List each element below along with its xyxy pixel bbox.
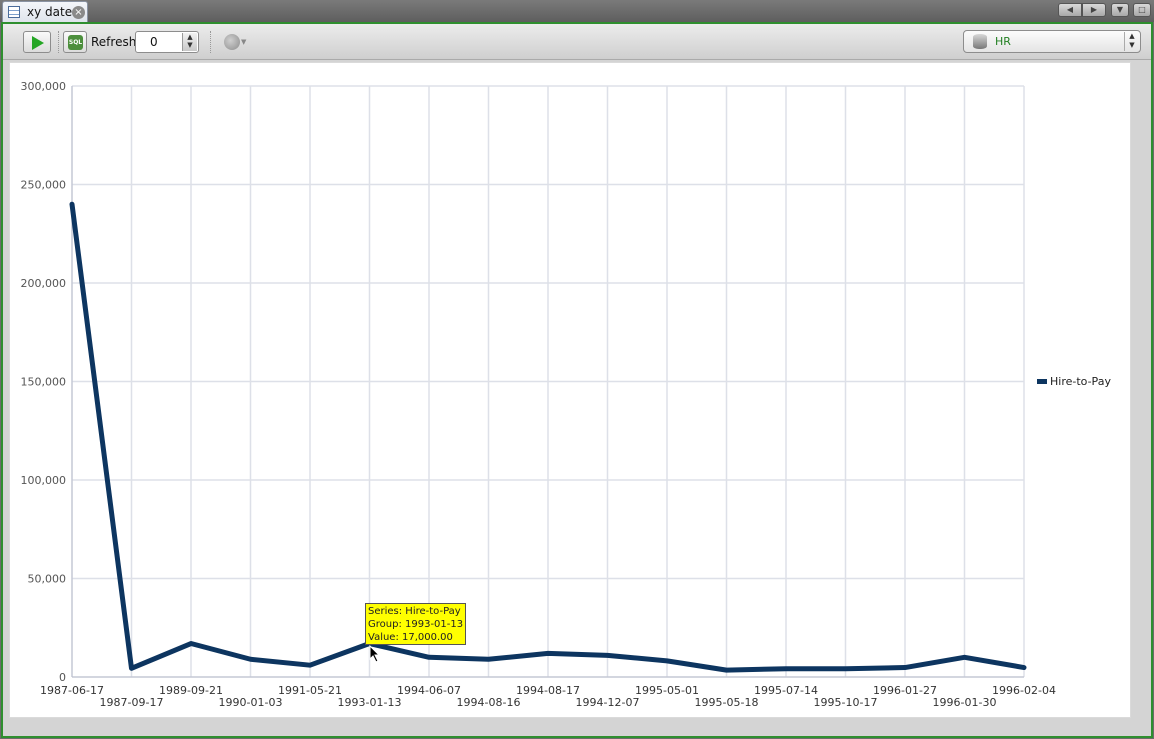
x-tick-label: 1995-10-17 [814,696,878,709]
legend-label: Hire-to-Pay [1050,375,1111,388]
x-tick-label: 1994-06-07 [397,684,461,697]
run-button[interactable] [23,31,51,53]
x-tick-label: 1987-06-17 [40,684,104,697]
tab-strip: xy date × ◀ ▶ ▼ □ [0,0,1154,22]
x-tick-label: 1989-09-21 [159,684,223,697]
data-point[interactable] [70,202,74,207]
y-tick-label: 50,000 [28,573,67,586]
close-icon[interactable]: × [72,6,85,19]
x-tick-label: 1994-12-07 [576,696,640,709]
select-arrows-icon: ▲ ▼ [1124,32,1139,51]
legend-swatch [1037,379,1047,384]
table-icon [8,6,20,18]
chevron-down-icon[interactable]: ▼ [241,38,246,46]
app-window: xy date × ◀ ▶ ▼ □ SQL Refresh: 0 ▲ ▼ ▼ H… [0,0,1154,739]
x-tick-label: 1995-07-14 [754,684,818,697]
data-point[interactable] [189,641,193,646]
toolbar-separator [58,31,59,53]
refresh-interval-spinner[interactable]: 0 ▲ ▼ [135,31,199,53]
play-icon [32,36,44,50]
scroll-left-button[interactable]: ◀ [1058,3,1082,17]
legend: Hire-to-Pay [1037,375,1111,388]
tooltip-group: Group: 1993-01-13 [368,619,464,630]
refresh-value: 0 [150,35,158,49]
y-tick-label: 200,000 [21,277,67,290]
tab-xy-date[interactable]: xy date × [2,1,88,22]
refresh-label: Refresh: [91,35,141,49]
x-tick-label: 1991-05-21 [278,684,342,697]
x-tick-label: 1996-02-04 [992,684,1056,697]
data-point[interactable] [248,657,253,662]
tooltip: Series: Hire-to-Pay Group: 1993-01-13 Va… [365,603,466,645]
x-tick-label: 1993-01-13 [338,696,402,709]
x-tick-label: 1987-09-17 [100,696,164,709]
tab-label: xy date [27,5,73,19]
scroll-right-button[interactable]: ▶ [1082,3,1106,17]
line-chart: 0 50,000 100,000 150,000 200,000 250,000 300,0… [21,80,1112,709]
x-tick-label: 1996-01-27 [873,684,937,697]
x-tick-label: 1996-01-30 [933,696,997,709]
toolbar-separator [210,31,211,53]
x-tick-label: 1990-01-03 [219,696,283,709]
spinner-arrows-icon[interactable]: ▲ ▼ [182,33,197,51]
y-tick-label: 150,000 [21,376,67,389]
data-point[interactable] [784,666,788,671]
tooltip-series: Series: Hire-to-Pay [368,606,461,617]
x-tick-label: 1995-05-18 [695,696,759,709]
report-panel: SQL Refresh: 0 ▲ ▼ ▼ HR ▲ ▼ 0 50,000 100,000… [1,22,1153,738]
sql-icon: SQL [68,35,83,50]
data-point[interactable] [903,665,907,670]
connection-label: HR [995,35,1011,48]
maximize-button[interactable]: □ [1133,3,1151,17]
data-point[interactable] [546,651,550,656]
tab-list-button[interactable]: ▼ [1111,3,1129,17]
status-icon[interactable] [224,34,240,50]
y-tick-label: 250,000 [21,179,67,192]
data-point[interactable] [308,663,312,668]
y-tick-label: 300,000 [21,80,67,93]
sql-button[interactable]: SQL [63,31,87,53]
chart-canvas: 0 50,000 100,000 150,000 200,000 250,000 300,0… [9,62,1131,718]
y-tick-label: 0 [59,671,66,684]
data-point[interactable] [486,657,491,662]
database-icon [973,34,987,49]
data-point[interactable] [427,655,431,660]
connection-select[interactable]: HR ▲ ▼ [963,30,1141,53]
x-tick-label: 1994-08-16 [457,696,521,709]
data-point[interactable] [129,666,134,671]
data-point[interactable] [843,666,848,671]
y-tick-label: 100,000 [21,474,67,487]
y-axis: 0 50,000 100,000 150,000 200,000 250,000 300,0… [21,80,73,684]
data-point[interactable] [665,658,669,663]
tooltip-value: Value: 17,000.00 [368,632,453,643]
toolbar: SQL Refresh: 0 ▲ ▼ ▼ HR ▲ ▼ [3,24,1151,60]
x-tick-label: 1994-08-17 [516,684,580,697]
mouse-cursor-icon [369,645,381,663]
x-axis: 1987-06-171987-09-171989-09-211990-01-03… [40,676,1056,709]
data-point[interactable] [605,653,610,658]
data-point[interactable] [962,655,967,660]
x-tick-label: 1995-05-01 [635,684,699,697]
data-point[interactable] [1022,665,1026,670]
grid [71,85,1025,678]
data-point[interactable] [724,668,729,673]
